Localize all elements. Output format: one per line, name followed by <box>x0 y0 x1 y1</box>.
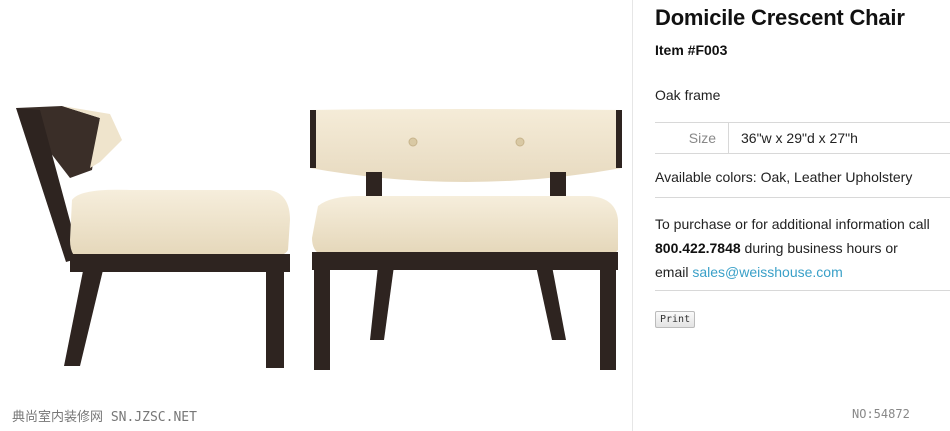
page-title: Domicile Crescent Chair <box>655 5 905 30</box>
watermark-number: NO:54872 <box>852 407 910 421</box>
frame-material: Oak frame <box>655 87 721 103</box>
purchase-middle: during business hours or <box>740 240 898 256</box>
phone-number: 800.422.7848 <box>655 240 741 256</box>
purchase-info: To purchase or for additional informatio… <box>655 212 950 284</box>
chair-illustration <box>16 106 622 370</box>
watermark-text: 典尚室内装修网 SN.JZSC.NET <box>12 410 197 425</box>
spec-label: Size <box>655 123 729 153</box>
spec-value: 36"w x 29"d x 27"h <box>741 130 858 146</box>
purchase-intro: To purchase or for additional informatio… <box>655 216 930 232</box>
front-chair <box>310 109 622 370</box>
divider <box>655 197 950 198</box>
product-photo: 典尚室内装修网 SN.JZSC.NET <box>0 0 633 431</box>
spec-table: Size 36"w x 29"d x 27"h <box>655 122 950 154</box>
side-chair <box>16 106 290 368</box>
email-link[interactable]: sales@weisshouse.com <box>692 264 842 280</box>
divider <box>655 290 950 291</box>
print-button[interactable]: Print <box>655 311 696 328</box>
item-number: Item #F003 <box>655 42 728 58</box>
email-prefix: email <box>655 264 693 280</box>
available-colors: Available colors: Oak, Leather Upholster… <box>655 169 913 185</box>
